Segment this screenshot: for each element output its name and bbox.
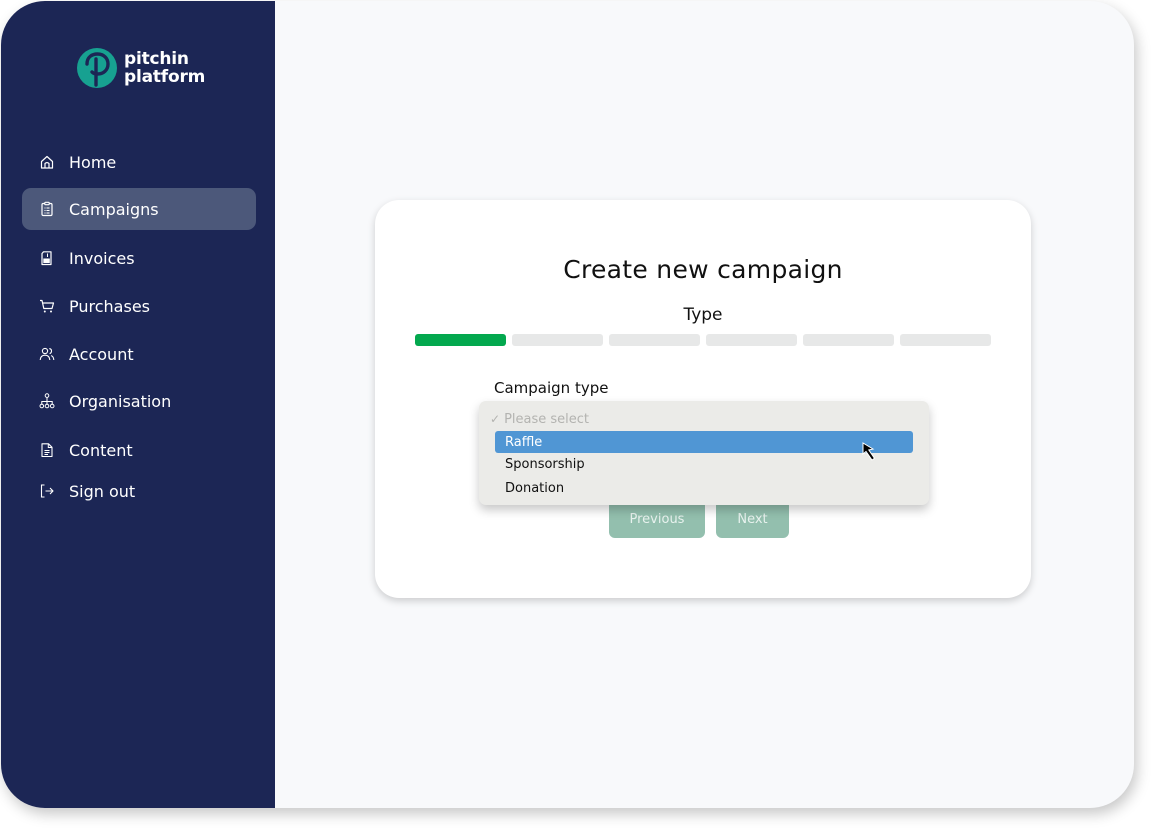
dropdown-placeholder: ✓ Please select [490, 411, 590, 427]
dropdown-option-raffle[interactable]: Raffle [495, 431, 913, 453]
step-segment [512, 334, 603, 346]
next-button[interactable]: Next [716, 500, 789, 538]
sidebar-item-label: Home [69, 152, 117, 172]
sidebar-item-purchases[interactable]: Purchases [22, 285, 256, 327]
sidebar-item-content[interactable]: Content [22, 429, 256, 471]
sidebar-item-campaigns[interactable]: Campaigns [22, 188, 256, 230]
check-icon: ✓ [490, 412, 501, 426]
step-segment [415, 334, 506, 346]
cart-icon [39, 298, 55, 314]
step-segment [803, 334, 894, 346]
sidebar-item-organisation[interactable]: Organisation [22, 380, 256, 422]
mouse-cursor-icon [862, 442, 876, 461]
previous-button[interactable]: Previous [609, 500, 705, 538]
step-segment [900, 334, 991, 346]
sidebar-item-label: Organisation [69, 391, 172, 411]
create-campaign-card: Create new campaign Type Campaign type P… [375, 200, 1031, 598]
sidebar-item-label: Sign out [69, 481, 136, 501]
document-icon [39, 442, 55, 458]
clipboard-icon [39, 201, 55, 217]
sidebar-item-label: Campaigns [69, 199, 159, 219]
step-progress [415, 334, 991, 346]
step-segment [609, 334, 700, 346]
dropdown-option-donation[interactable]: Donation [495, 477, 913, 499]
step-title: Type [683, 305, 723, 325]
invoice-icon [39, 250, 55, 266]
users-icon [39, 346, 55, 362]
sidebar-item-label: Purchases [69, 296, 150, 316]
org-chart-icon [39, 393, 55, 409]
sidebar-item-label: Invoices [69, 248, 135, 268]
sidebar: pitchin platform Home Campaigns Invoices… [1, 1, 275, 808]
sidebar-item-label: Account [69, 344, 134, 364]
sidebar-item-account[interactable]: Account [22, 333, 256, 375]
brand-name: pitchin platform [124, 50, 205, 86]
home-icon [39, 154, 55, 170]
sidebar-item-home[interactable]: Home [22, 141, 256, 183]
wizard-buttons: Previous Next [609, 500, 789, 538]
sign-out-icon [39, 483, 55, 499]
sidebar-item-sign-out[interactable]: Sign out [22, 470, 256, 512]
sidebar-item-invoices[interactable]: Invoices [22, 237, 256, 279]
brand-logo[interactable]: pitchin platform [76, 47, 205, 89]
pitchin-logo-icon [77, 48, 117, 88]
sidebar-item-label: Content [69, 440, 133, 460]
step-segment [706, 334, 797, 346]
brand-name-line2: platform [124, 67, 206, 87]
brand-name-line1: pitchin [124, 49, 189, 69]
campaign-type-label: Campaign type [494, 379, 609, 397]
dropdown-option-sponsorship[interactable]: Sponsorship [495, 453, 913, 475]
page-title: Create new campaign [563, 255, 843, 284]
